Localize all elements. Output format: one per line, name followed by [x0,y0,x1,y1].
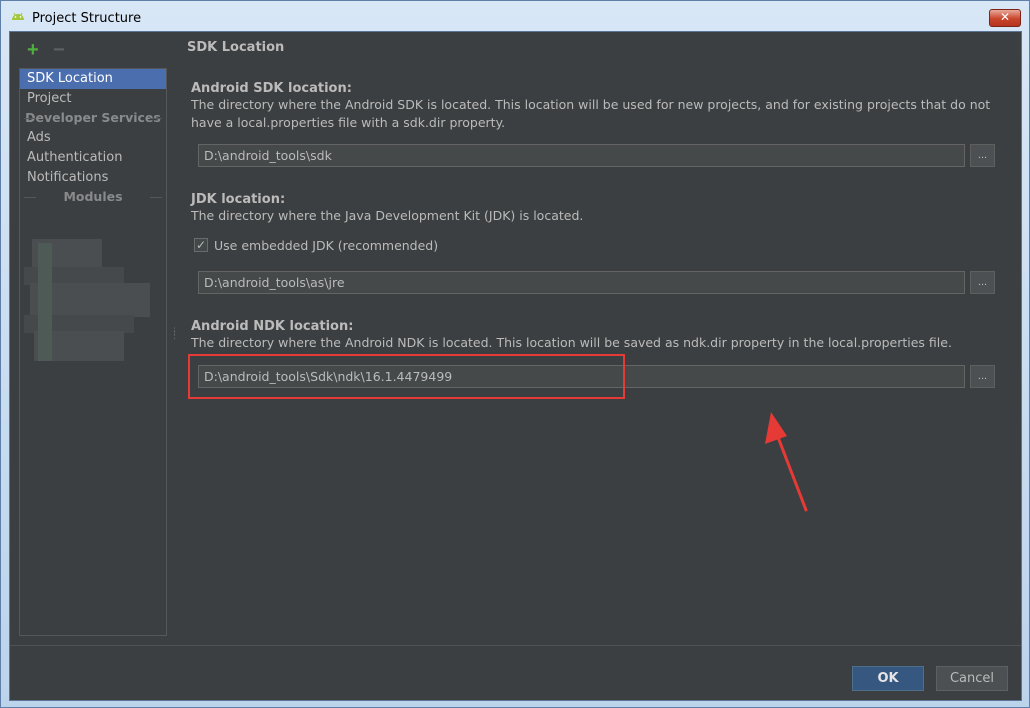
blurred-modules-list [24,239,164,379]
android-ndk-browse-button[interactable]: ... [970,365,995,388]
annotation-arrow-icon [765,412,808,512]
sdk-location-panel: SDK Location Android SDK location: The d… [185,32,1021,644]
sidebar-item-notifications[interactable]: Notifications [20,168,166,188]
android-ndk-heading: Android NDK location: [191,319,354,334]
dialog-client-area: + − SDK Location Project Developer Servi… [9,31,1022,701]
title-bar[interactable]: Project Structure ✕ [1,1,1029,31]
remove-icon[interactable]: − [53,40,65,60]
sidebar-item-ads[interactable]: Ads [20,128,166,148]
sidebar-item-sdk-location[interactable]: SDK Location [20,69,166,89]
jdk-path-field[interactable]: D:\android_tools\as\jre [198,271,965,294]
footer-divider [10,645,1021,646]
jdk-heading: JDK location: [191,192,286,207]
close-button[interactable]: ✕ [989,9,1021,27]
splitter-handle[interactable]: ⋮ ⋮ [170,327,179,340]
jdk-browse-button[interactable]: ... [970,271,995,294]
cancel-button[interactable]: Cancel [936,666,1008,691]
android-sdk-heading: Android SDK location: [191,81,352,96]
window-title: Project Structure [32,11,142,26]
ok-button[interactable]: OK [852,666,924,691]
sidebar-item-authentication[interactable]: Authentication [20,148,166,168]
use-embedded-jdk-label[interactable]: Use embedded JDK (recommended) [214,238,438,253]
annotation-highlight-box [188,354,625,399]
android-ndk-description: The directory where the Android NDK is l… [191,335,952,350]
android-sdk-description: The directory where the Android SDK is l… [191,97,991,130]
use-embedded-jdk-checkbox[interactable]: ✓ [194,238,208,252]
modules-header: Modules [20,188,166,206]
android-sdk-browse-button[interactable]: ... [970,144,995,167]
jdk-description: The directory where the Java Development… [191,208,584,223]
sidebar-item-project[interactable]: Project [20,89,166,109]
android-icon [12,12,24,20]
sidebar: SDK Location Project Developer Services … [19,68,167,636]
section-title: SDK Location [187,40,285,55]
android-sdk-path-field[interactable]: D:\android_tools\sdk [198,144,965,167]
project-structure-window: Project Structure ✕ + − SDK Location Pro… [0,0,1030,708]
add-icon[interactable]: + [27,40,39,60]
developer-services-header: Developer Services [20,109,166,127]
